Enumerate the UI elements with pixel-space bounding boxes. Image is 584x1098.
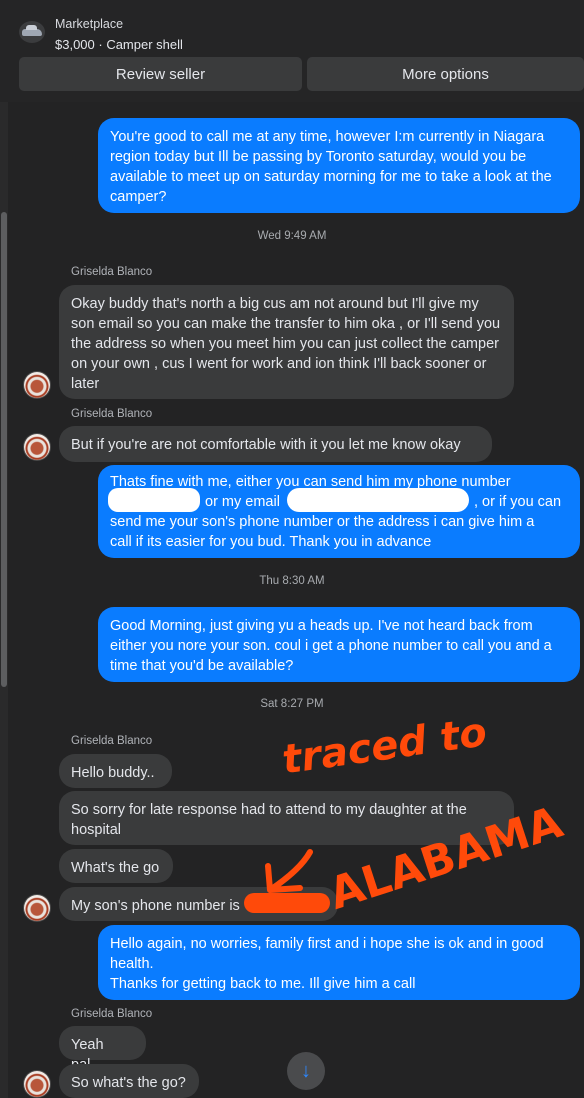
annotation-line1: traced to: [279, 709, 489, 783]
annotation-arrow: [265, 849, 313, 893]
annotation-line2: ALABAMA: [323, 797, 569, 920]
handwritten-annotation: traced to ALABAMA: [265, 709, 569, 920]
